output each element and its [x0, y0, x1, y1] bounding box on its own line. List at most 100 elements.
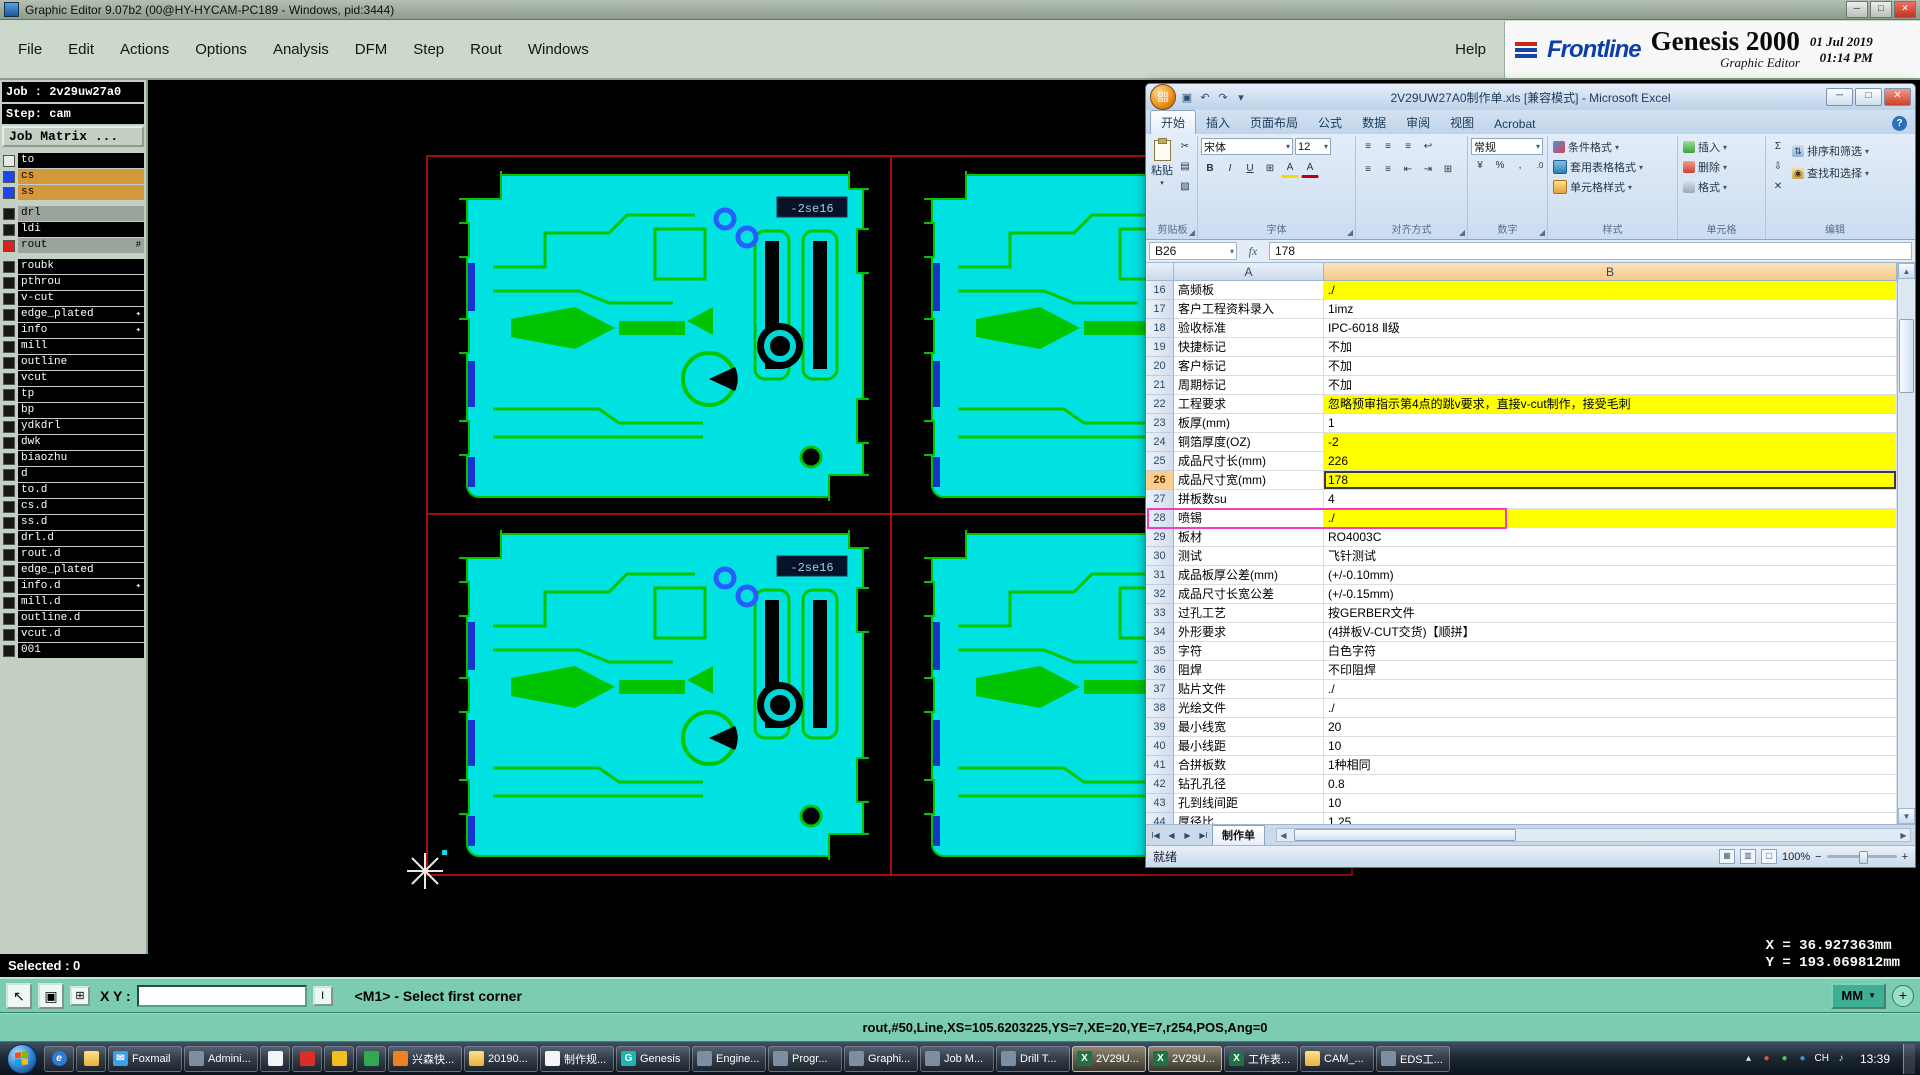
row-header-41[interactable]: 41 [1146, 756, 1174, 775]
cell-B34[interactable]: (4拼板V-CUT交货)【顺拼】 [1324, 623, 1897, 642]
row-header-24[interactable]: 24 [1146, 433, 1174, 452]
zoom-level[interactable]: 100% [1782, 851, 1810, 863]
menu-rout[interactable]: Rout [470, 41, 502, 58]
xy-mode-button[interactable]: ⊞ [70, 985, 90, 1006]
horizontal-scroll-thumb[interactable] [1294, 829, 1516, 841]
cell-A33[interactable]: 过孔工艺 [1174, 604, 1324, 623]
percent-icon[interactable]: % [1491, 157, 1509, 175]
column-header-a[interactable]: A [1174, 263, 1324, 281]
clear-icon[interactable]: ✕ [1769, 178, 1787, 196]
cell-B19[interactable]: 不加 [1324, 338, 1897, 357]
font-name-select[interactable]: 宋体 ▾ [1201, 138, 1293, 155]
cut-icon[interactable]: ✂ [1176, 138, 1194, 156]
underline-icon[interactable]: U [1241, 160, 1259, 178]
layer-color-chip[interactable] [3, 452, 15, 465]
number-dialog-launcher-icon[interactable]: ◢ [1539, 228, 1545, 237]
show-desktop-button[interactable] [1903, 1043, 1915, 1074]
row-header-18[interactable]: 18 [1146, 319, 1174, 338]
taskbar-item-Drill T...[interactable]: Drill T... [996, 1045, 1070, 1072]
cell-B30[interactable]: 飞针测试 [1324, 547, 1897, 566]
layer-row-vcut.d[interactable]: vcut.d [2, 627, 144, 642]
sheet-grid[interactable]: 16 高频板 ./17 客户工程资料录入 1imz 18 验收标准 IPC-6018 Ⅱ级 19… [1146, 281, 1897, 824]
cell-B22[interactable]: 忽略预审指示第4点的跳v要求，直接v-cut制作，接受毛刺 [1324, 395, 1897, 414]
autosum-icon[interactable]: Σ [1769, 138, 1787, 156]
pcb-panel-top-left[interactable] [451, 165, 875, 507]
taskbar-item-制作规...[interactable]: 制作规... [540, 1045, 614, 1072]
increase-decimal-icon[interactable]: .0 [1531, 157, 1549, 175]
layer-row-pthrou[interactable]: pthrou [2, 275, 144, 290]
row-header-33[interactable]: 33 [1146, 604, 1174, 623]
xy-input[interactable] [136, 984, 307, 1007]
column-header-b[interactable]: B [1324, 263, 1897, 281]
row-header-44[interactable]: 44 [1146, 813, 1174, 824]
cell-B38[interactable]: ./ [1324, 699, 1897, 718]
cell-B28[interactable]: ./ [1324, 509, 1897, 528]
row-header-20[interactable]: 20 [1146, 357, 1174, 376]
layer-color-chip[interactable] [3, 596, 15, 609]
help-icon[interactable]: ? [1892, 116, 1907, 131]
menu-dfm[interactable]: DFM [355, 41, 388, 58]
cell-B18[interactable]: IPC-6018 Ⅱ级 [1324, 319, 1897, 338]
font-color-icon[interactable]: A [1301, 161, 1319, 178]
layer-row-v-cut[interactable]: v-cut [2, 291, 144, 306]
cell-B32[interactable]: (+/-0.15mm) [1324, 585, 1897, 604]
taskbar-item-CAM_...[interactable]: CAM_... [1300, 1045, 1374, 1072]
italic-icon[interactable]: I [1221, 160, 1239, 178]
first-sheet-icon[interactable]: I◀ [1148, 828, 1163, 843]
taskbar-item-yellow[interactable] [324, 1045, 354, 1072]
zoom-slider[interactable] [1826, 851, 1897, 864]
zoom-in-icon[interactable]: + [1902, 851, 1908, 863]
layer-row-mill.d[interactable]: mill.d [2, 595, 144, 610]
format-cells-button[interactable]: 格式 ▾ [1681, 178, 1729, 196]
cell-A20[interactable]: 客户标记 [1174, 357, 1324, 376]
row-header-27[interactable]: 27 [1146, 490, 1174, 509]
indent-decrease-icon[interactable]: ⇤ [1399, 161, 1417, 179]
layer-row-ss.d[interactable]: ss.d [2, 515, 144, 530]
units-button[interactable]: MM ▼ [1831, 982, 1886, 1009]
layer-color-chip[interactable] [3, 186, 15, 199]
number-format-select[interactable]: 常规 ▾ [1471, 138, 1543, 155]
taskbar-item-工作表...[interactable]: X 工作表... [1224, 1045, 1298, 1072]
layer-color-chip[interactable] [3, 324, 15, 337]
next-sheet-icon[interactable]: ▶ [1180, 828, 1195, 843]
cell-A25[interactable]: 成品尺寸长(mm) [1174, 452, 1324, 471]
layer-color-chip[interactable] [3, 500, 15, 513]
row-header-38[interactable]: 38 [1146, 699, 1174, 718]
formula-input[interactable]: 178 [1269, 242, 1912, 260]
taskbar-clock[interactable]: 13:39 [1853, 1052, 1897, 1066]
excel-close-button[interactable]: ✕ [1884, 88, 1911, 106]
layer-row-info[interactable]: info ✦ [2, 323, 144, 338]
cell-B37[interactable]: ./ [1324, 680, 1897, 699]
fx-icon[interactable]: fx [1240, 244, 1266, 259]
vertical-scroll-thumb[interactable] [1899, 319, 1914, 393]
layer-row-rout[interactable]: rout # [2, 238, 144, 253]
layer-color-chip[interactable] [3, 404, 15, 417]
scroll-down-icon[interactable]: ▼ [1898, 808, 1915, 824]
pointer-tool-button[interactable]: ↖ [6, 982, 32, 1009]
layer-color-chip[interactable] [3, 308, 15, 321]
cell-B35[interactable]: 白色字符 [1324, 642, 1897, 661]
menu-windows[interactable]: Windows [528, 41, 589, 58]
layer-row-to[interactable]: to [2, 153, 144, 168]
taskbar-item-folder[interactable] [76, 1045, 106, 1072]
ribbon-tab-审阅[interactable]: 审阅 [1396, 111, 1440, 134]
layer-color-chip[interactable] [3, 154, 15, 167]
cell-B16[interactable]: ./ [1324, 281, 1897, 300]
menu-edit[interactable]: Edit [68, 41, 94, 58]
layer-row-roubk[interactable]: roubk [2, 259, 144, 274]
taskbar-item-2V29U...[interactable]: X 2V29U... [1072, 1045, 1146, 1072]
copy-icon[interactable]: ▤ [1176, 158, 1194, 176]
format-as-table-button[interactable]: 套用表格格式 ▾ [1551, 158, 1645, 176]
cell-B40[interactable]: 10 [1324, 737, 1897, 756]
cell-A21[interactable]: 周期标记 [1174, 376, 1324, 395]
currency-icon[interactable]: ¥ [1471, 157, 1489, 175]
cell-A27[interactable]: 拼板数su [1174, 490, 1324, 509]
delete-cells-button[interactable]: 删除 ▾ [1681, 158, 1729, 176]
volume-icon[interactable]: ♪ [1835, 1052, 1847, 1066]
layer-color-chip[interactable] [3, 276, 15, 289]
cell-A37[interactable]: 贴片文件 [1174, 680, 1324, 699]
layer-row-ldi[interactable]: ldi [2, 222, 144, 237]
excel-titlebar[interactable]: ▣ ↶ ↷ ▾ 2V29UW27A0制作单.xls [兼容模式] - Micro… [1146, 84, 1915, 110]
menu-file[interactable]: File [18, 41, 42, 58]
layer-color-chip[interactable] [3, 564, 15, 577]
